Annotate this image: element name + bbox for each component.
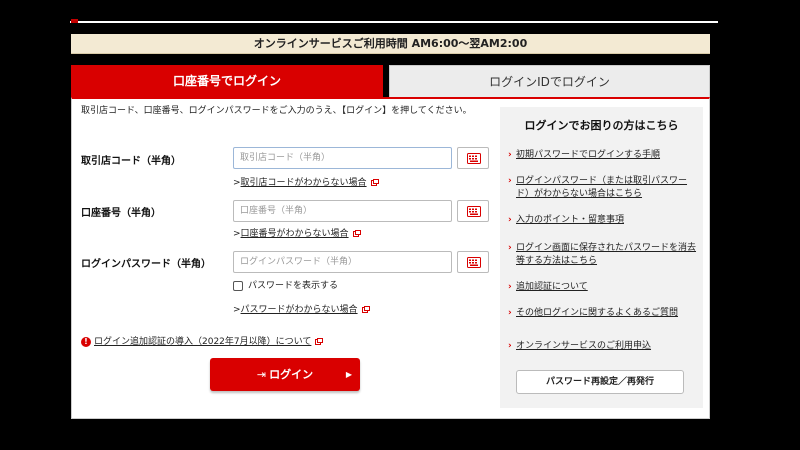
- notice-link[interactable]: ログイン追加認証の導入（2022年7月以降）について: [94, 337, 311, 347]
- login-button[interactable]: ⇥ ログイン ▶: [210, 358, 360, 391]
- branch-keyboard-button[interactable]: [457, 147, 489, 169]
- service-hours-banner: オンラインサービスご利用時間 AM6:00～翌AM2:00: [71, 34, 710, 54]
- chevron-right-icon: ›: [508, 282, 512, 292]
- sidebar-item-label[interactable]: 追加認証について: [508, 281, 698, 294]
- chevron-right-icon: ›: [508, 308, 512, 318]
- keyboard-icon: [467, 206, 481, 217]
- account-number-input[interactable]: 口座番号（半角）: [233, 200, 452, 222]
- external-link-icon: [361, 306, 370, 313]
- external-link-icon: [370, 179, 379, 186]
- sidebar-item-label[interactable]: ログイン画面に保存されたパスワードを消去等する方法はこちら: [508, 242, 698, 268]
- sidebar-item-faq[interactable]: › その他ログインに関するよくあるご質問: [508, 307, 698, 320]
- login-icon: ⇥: [256, 368, 267, 381]
- help-sidebar: ログインでお困りの方はこちら › 初期パスワードでログインする手順 › ログインパス…: [500, 107, 703, 408]
- login-panel: 取引店コード、口座番号、ログインパスワードをご入力のうえ、【ログイン】を押してく…: [71, 97, 710, 419]
- branch-help-text[interactable]: 取引店コードがわからない場合: [241, 178, 367, 188]
- chevron-right-icon: ›: [508, 243, 512, 253]
- chevron-right-icon: ›: [508, 150, 512, 160]
- sidebar-item-apply[interactable]: › オンラインサービスのご利用申込: [508, 340, 698, 353]
- password-help-link[interactable]: >パスワードがわからない場合: [233, 302, 370, 315]
- branch-code-label: 取引店コード（半角）: [81, 156, 181, 167]
- password-input[interactable]: ログインパスワード（半角）: [233, 251, 452, 273]
- account-keyboard-button[interactable]: [457, 200, 489, 222]
- account-help-text[interactable]: 口座番号がわからない場合: [241, 229, 349, 239]
- account-help-link[interactable]: >口座番号がわからない場合: [233, 226, 361, 239]
- top-accent-mark: [71, 19, 78, 23]
- sidebar-item-label[interactable]: その他ログインに関するよくあるご質問: [508, 307, 698, 320]
- show-password-checkbox[interactable]: パスワードを表示する: [233, 278, 338, 291]
- password-label: ログインパスワード（半角）: [81, 259, 211, 270]
- sidebar-item-forgot-password[interactable]: › ログインパスワード（または取引パスワード）がわからない場合はこちら: [508, 175, 698, 201]
- sidebar-item-label[interactable]: オンラインサービスのご利用申込: [508, 340, 698, 353]
- keyboard-icon: [467, 153, 481, 164]
- checkbox-box[interactable]: [233, 280, 243, 291]
- external-link-icon: [315, 338, 324, 345]
- password-reset-button[interactable]: パスワード再設定／再発行: [516, 370, 684, 394]
- sidebar-item-initial-password[interactable]: › 初期パスワードでログインする手順: [508, 149, 698, 162]
- external-link-icon: [352, 230, 361, 237]
- intro-text: 取引店コード、口座番号、ログインパスワードをご入力のうえ、【ログイン】を押してく…: [81, 106, 472, 116]
- sidebar-title: ログインでお困りの方はこちら: [524, 119, 679, 132]
- chevron-right-icon: ›: [508, 176, 512, 186]
- sidebar-item-clear-saved-password[interactable]: › ログイン画面に保存されたパスワードを消去等する方法はこちら: [508, 242, 698, 268]
- keyboard-icon: [467, 257, 481, 268]
- tab-id-login[interactable]: ログインIDでログイン: [389, 65, 710, 97]
- top-divider: [70, 21, 718, 23]
- alert-icon: !: [81, 336, 91, 347]
- tab-account-login[interactable]: 口座番号でログイン: [71, 65, 383, 97]
- chevron-right-icon: ›: [508, 215, 512, 225]
- sidebar-item-input-tips[interactable]: › 入力のポイント・留意事項: [508, 214, 698, 227]
- sidebar-item-additional-auth[interactable]: › 追加認証について: [508, 281, 698, 294]
- additional-auth-notice[interactable]: ! ログイン追加認証の導入（2022年7月以降）について: [81, 334, 324, 347]
- branch-code-input[interactable]: 取引店コード（半角）: [233, 147, 452, 169]
- branch-help-link[interactable]: >取引店コードがわからない場合: [233, 175, 379, 188]
- login-button-label: ログイン: [269, 368, 314, 381]
- account-number-label: 口座番号（半角）: [81, 208, 161, 219]
- password-keyboard-button[interactable]: [457, 251, 489, 273]
- arrow-right-icon: ▶: [345, 370, 352, 379]
- sidebar-item-label[interactable]: 入力のポイント・留意事項: [508, 214, 698, 227]
- show-password-label: パスワードを表示する: [248, 281, 339, 291]
- chevron-right-icon: ›: [508, 341, 512, 351]
- sidebar-item-label[interactable]: 初期パスワードでログインする手順: [508, 149, 698, 162]
- password-help-text[interactable]: パスワードがわからない場合: [241, 305, 358, 315]
- sidebar-item-label[interactable]: ログインパスワード（または取引パスワード）がわからない場合はこちら: [508, 175, 698, 201]
